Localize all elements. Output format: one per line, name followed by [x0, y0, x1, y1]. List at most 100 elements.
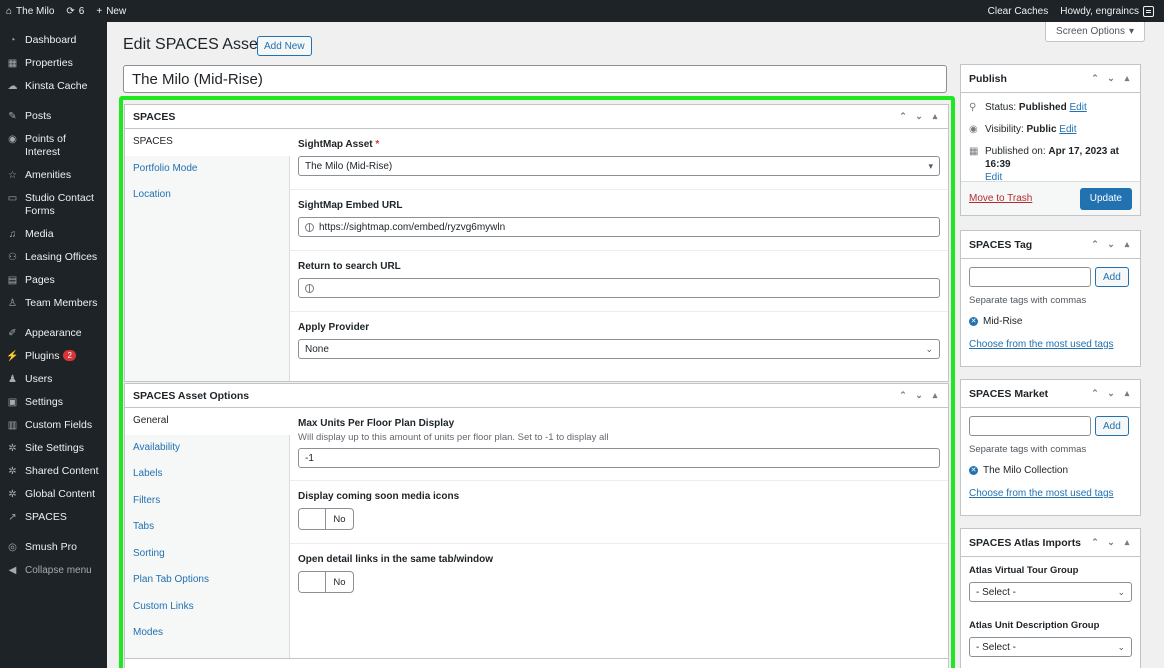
- sidebar-item-properties[interactable]: ▦ Properties: [0, 52, 107, 75]
- tab-spaces[interactable]: SPACES: [125, 129, 290, 156]
- sidebar-item-users[interactable]: ♟ Users: [0, 368, 107, 391]
- toggle-knob: [299, 572, 326, 592]
- sidebar-item-global-content[interactable]: ✲ Global Content: [0, 483, 107, 506]
- max-units-input[interactable]: -1: [298, 448, 940, 468]
- sightmap-embed-url-input[interactable]: https://sightmap.com/embed/ryzvg6mywln: [298, 217, 940, 237]
- add-tag-button[interactable]: Add: [1095, 267, 1129, 287]
- toggle-panel-icon[interactable]: ▴: [1122, 537, 1132, 548]
- atlas-unit-description-select[interactable]: - Select - ⌄: [969, 637, 1132, 657]
- return-to-search-url-input[interactable]: [298, 278, 940, 298]
- sidebar-item-site-settings[interactable]: ✲ Site Settings: [0, 437, 107, 460]
- add-market-button[interactable]: Add: [1095, 416, 1129, 436]
- update-button[interactable]: Update: [1079, 187, 1132, 210]
- sidebar-item-studio-contact-forms[interactable]: ▭ Studio Contact Forms: [0, 187, 107, 223]
- move-up-icon[interactable]: ⌃: [1090, 537, 1100, 548]
- media-icon: ♫: [8, 228, 17, 240]
- tab-availability[interactable]: Availability: [125, 435, 289, 462]
- new-market-input[interactable]: [969, 416, 1091, 436]
- sidebar-item-label: SPACES: [25, 511, 67, 523]
- sidebar-item-team-members[interactable]: ♙ Team Members: [0, 292, 107, 315]
- person-icon: ♙: [8, 297, 17, 309]
- tab-tabs[interactable]: Tabs: [125, 514, 289, 541]
- market-chip: ✕ The Milo Collection: [969, 465, 1132, 476]
- move-up-icon[interactable]: ⌃: [1090, 239, 1100, 250]
- apply-provider-select[interactable]: None ⌄: [298, 339, 940, 359]
- move-up-icon[interactable]: ⌃: [898, 390, 908, 401]
- move-down-icon[interactable]: ⌄: [1106, 239, 1116, 250]
- sightmap-asset-select[interactable]: The Milo (Mid-Rise) ▾: [298, 156, 940, 176]
- settings-icon: ▣: [7, 396, 18, 408]
- tab-portfolio-mode[interactable]: Portfolio Mode: [125, 156, 289, 183]
- move-down-icon[interactable]: ⌄: [914, 111, 924, 122]
- tab-location[interactable]: Location: [125, 182, 289, 209]
- collapse-menu-button[interactable]: ◀ Collapse menu: [0, 559, 107, 582]
- sidebar-item-spaces[interactable]: ↗ SPACES: [0, 506, 107, 529]
- market-help-text: Separate tags with commas: [969, 444, 1087, 455]
- toggle-panel-icon[interactable]: ▴: [930, 390, 940, 401]
- edit-status-link[interactable]: Edit: [1070, 102, 1087, 113]
- sidebar-item-plugins[interactable]: ⚡ Plugins 2: [0, 345, 107, 368]
- move-up-icon[interactable]: ⌃: [898, 111, 908, 122]
- screen-options-button[interactable]: Screen Options ▾: [1045, 22, 1145, 42]
- tab-filters[interactable]: Filters: [125, 488, 289, 515]
- clear-caches-link[interactable]: Clear Caches: [982, 0, 1055, 22]
- toggle-panel-icon[interactable]: ▴: [1122, 73, 1132, 84]
- toggle-panel-icon[interactable]: ▴: [1122, 239, 1132, 250]
- detail-links-toggle[interactable]: No: [298, 571, 354, 593]
- status-value: Published: [1018, 102, 1067, 113]
- sidebar-item-dashboard[interactable]: ◔ Dashboard: [0, 29, 107, 52]
- choose-most-used-markets-link[interactable]: Choose from the most used tags: [969, 488, 1114, 499]
- sidebar-item-points-of-interest[interactable]: ◉ Points of Interest: [0, 128, 107, 164]
- asset-label-text: SightMap Asset: [298, 139, 373, 150]
- publish-actions: Move to Trash Update: [961, 181, 1140, 215]
- toggle-panel-icon[interactable]: ▴: [1122, 388, 1132, 399]
- remove-market-icon[interactable]: ✕: [969, 466, 978, 475]
- sidebar-item-posts[interactable]: ✎ Posts: [0, 105, 107, 128]
- move-down-icon[interactable]: ⌄: [914, 390, 924, 401]
- tab-modes[interactable]: Modes: [125, 620, 289, 647]
- coming-soon-toggle[interactable]: No: [298, 508, 354, 530]
- move-down-icon[interactable]: ⌄: [1106, 73, 1116, 84]
- atlas-virtual-tour-select[interactable]: - Select - ⌄: [969, 582, 1132, 602]
- tab-general[interactable]: General: [125, 408, 290, 435]
- updates-link[interactable]: ⟳ 6: [60, 0, 90, 22]
- move-to-trash-link[interactable]: Move to Trash: [969, 193, 1032, 204]
- sidebar-item-settings[interactable]: ▣ Settings: [0, 391, 107, 414]
- tab-sorting[interactable]: Sorting: [125, 541, 289, 568]
- tab-labels[interactable]: Labels: [125, 461, 289, 488]
- new-content-link[interactable]: + New: [90, 0, 132, 22]
- market-body: Add Separate tags with commas ✕ The Milo…: [961, 408, 1140, 507]
- pin-icon: ✎: [8, 110, 17, 122]
- add-new-button[interactable]: Add New: [257, 36, 312, 56]
- edit-visibility-link[interactable]: Edit: [1059, 124, 1076, 135]
- sidebar-item-custom-fields[interactable]: ▥ Custom Fields: [0, 414, 107, 437]
- move-down-icon[interactable]: ⌄: [1106, 537, 1116, 548]
- site-name-link[interactable]: ⌂ The Milo: [0, 0, 60, 22]
- required-marker: *: [375, 139, 380, 150]
- published-label: Published on:: [985, 146, 1046, 157]
- table-icon: ▥: [7, 419, 18, 431]
- sidebar-item-appearance[interactable]: ✐ Appearance: [0, 322, 107, 345]
- sidebar-item-shared-content[interactable]: ✲ Shared Content: [0, 460, 107, 483]
- tab-custom-links[interactable]: Custom Links: [125, 594, 289, 621]
- toggle-panel-icon[interactable]: ▴: [930, 111, 940, 122]
- move-up-icon[interactable]: ⌃: [1090, 388, 1100, 399]
- spaces-tag-box: SPACES Tag ⌃ ⌄ ▴ Add Separate tags with …: [960, 230, 1141, 367]
- move-down-icon[interactable]: ⌄: [1106, 388, 1116, 399]
- sidebar-item-amenities[interactable]: ☆ Amenities: [0, 164, 107, 187]
- sidebar-item-smush-pro[interactable]: ◎ Smush Pro: [0, 536, 107, 559]
- field-label: Apply Provider: [298, 322, 370, 333]
- sidebar-item-media[interactable]: ♫ Media: [0, 223, 107, 246]
- field-label: SightMap Asset *: [298, 139, 940, 150]
- account-menu[interactable]: Howdy, engraincs: [1054, 0, 1164, 22]
- sidebar-item-kinsta-cache[interactable]: ☁ Kinsta Cache: [0, 75, 107, 98]
- sidebar-item-pages[interactable]: ▤ Pages: [0, 269, 107, 292]
- move-up-icon[interactable]: ⌃: [1090, 73, 1100, 84]
- tab-plan-tab-options[interactable]: Plan Tab Options: [125, 567, 289, 594]
- remove-tag-icon[interactable]: ✕: [969, 317, 978, 326]
- sidebar-item-leasing-offices[interactable]: ⚇ Leasing Offices: [0, 246, 107, 269]
- choose-most-used-tags-link[interactable]: Choose from the most used tags: [969, 339, 1114, 350]
- new-tag-input[interactable]: [969, 267, 1091, 287]
- atlas-unit-description-label: Atlas Unit Description Group: [969, 620, 1100, 631]
- post-title-input[interactable]: The Milo (Mid-Rise): [123, 65, 947, 93]
